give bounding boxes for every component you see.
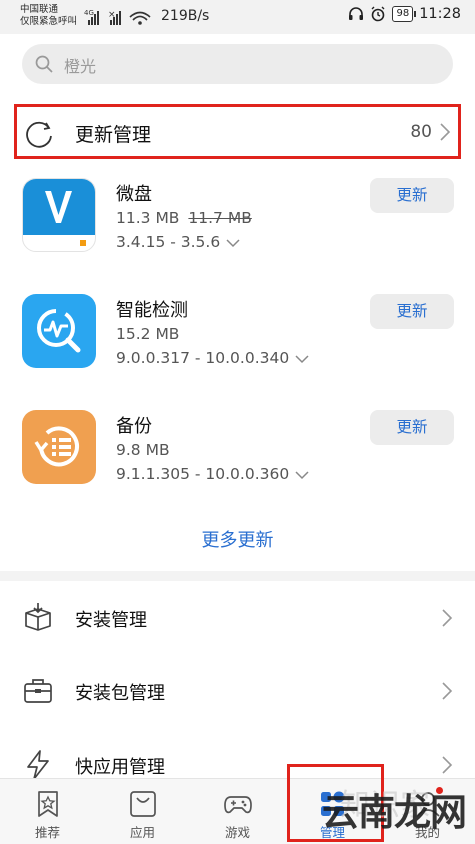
network-speed: 219B/s <box>161 8 210 24</box>
app-row-weipan[interactable]: 微盘 11.3 MB 11.7 MB 3.4.15 - 3.5.6 更新 <box>0 178 475 288</box>
weipan-app-icon <box>22 178 96 252</box>
app-row-backup[interactable]: 备份 9.8 MB 9.1.1.305 - 10.0.0.360 更新 <box>0 410 475 520</box>
nav-label: 推荐 <box>34 825 60 840</box>
chevron-down-icon[interactable] <box>295 354 309 364</box>
search-bar[interactable]: 橙光 <box>22 44 453 84</box>
app-version-text: 9.0.0.317 - 10.0.0.340 <box>116 349 290 367</box>
app-name: 备份 <box>116 416 152 437</box>
chevron-right-icon <box>442 682 453 700</box>
refresh-icon <box>26 121 52 148</box>
nav-tab-apps[interactable]: 应用 <box>95 779 190 844</box>
menu-label: 快应用管理 <box>75 757 165 778</box>
app-name: 微盘 <box>116 184 152 205</box>
app-version-text: 3.4.15 - 3.5.6 <box>116 233 221 251</box>
menu-label: 安装管理 <box>75 610 147 631</box>
update-management-row[interactable]: 更新管理 80 <box>14 104 461 159</box>
app-version-text: 9.1.1.305 - 10.0.0.360 <box>116 465 290 483</box>
signal-icons: 4G × <box>82 8 157 26</box>
app-new-size: 11.3 MB <box>116 209 180 227</box>
status-right: 98 11:28 <box>348 6 461 22</box>
app-size: 11.3 MB 11.7 MB <box>116 209 252 227</box>
section-divider <box>0 571 475 581</box>
update-button[interactable]: 更新 <box>370 294 454 329</box>
app-version: 9.1.1.305 - 10.0.0.360 <box>116 465 309 483</box>
watermark: 云南龙网 <box>322 790 467 834</box>
more-updates-link[interactable]: 更多更新 <box>0 526 475 552</box>
status-bar: 中国联通 仅限紧急呼叫 4G × 219B/s 98 11:28 <box>0 0 475 34</box>
menu-item-install-management[interactable]: 安装管理 <box>0 593 475 645</box>
lightning-icon <box>27 750 49 780</box>
nav-tab-recommend[interactable]: 推荐 <box>0 779 95 844</box>
smart-detect-app-icon <box>22 294 96 368</box>
update-button[interactable]: 更新 <box>370 410 454 445</box>
menu-label: 安装包管理 <box>75 683 165 704</box>
app-size: 9.8 MB <box>116 441 170 459</box>
headset-icon <box>349 7 364 20</box>
app-old-size: 11.7 MB <box>188 209 252 227</box>
update-count: 80 <box>410 122 432 142</box>
backup-app-icon <box>22 410 96 484</box>
emergency-only: 仅限紧急呼叫 <box>20 16 78 27</box>
search-placeholder: 橙光 <box>64 57 97 76</box>
package-icon <box>25 603 51 631</box>
app-size: 15.2 MB <box>116 325 180 343</box>
battery-indicator: 98 <box>392 6 416 22</box>
update-management-title: 更新管理 <box>75 124 152 146</box>
briefcase-icon <box>24 679 52 703</box>
app-name: 智能检测 <box>116 300 188 321</box>
alarm-icon <box>371 6 385 22</box>
chevron-right-icon <box>442 756 453 774</box>
clock: 11:28 <box>419 6 461 22</box>
chevron-down-icon[interactable] <box>226 238 240 248</box>
update-button[interactable]: 更新 <box>370 178 454 213</box>
app-row-smart-detect[interactable]: 智能检测 15.2 MB 9.0.0.317 - 10.0.0.340 更新 <box>0 294 475 404</box>
menu-item-package-management[interactable]: 安装包管理 <box>0 666 475 718</box>
carrier-info: 中国联通 仅限紧急呼叫 <box>20 4 77 28</box>
gamepad-icon <box>224 796 252 814</box>
nav-label: 应用 <box>129 825 155 840</box>
chevron-right-icon <box>440 123 451 141</box>
bookmark-star-icon <box>38 791 58 817</box>
carrier-name: 中国联通 <box>20 4 59 15</box>
search-icon <box>35 55 53 73</box>
nav-label: 游戏 <box>224 825 250 840</box>
chevron-right-icon <box>442 609 453 627</box>
chevron-down-icon[interactable] <box>295 470 309 480</box>
bag-icon <box>130 791 156 817</box>
signal-strength-icon: 4G × <box>84 9 151 25</box>
network-type-label: 4G <box>84 9 94 17</box>
app-version: 9.0.0.317 - 10.0.0.340 <box>116 349 309 367</box>
app-version: 3.4.15 - 3.5.6 <box>116 233 240 251</box>
nav-tab-games[interactable]: 游戏 <box>190 779 285 844</box>
